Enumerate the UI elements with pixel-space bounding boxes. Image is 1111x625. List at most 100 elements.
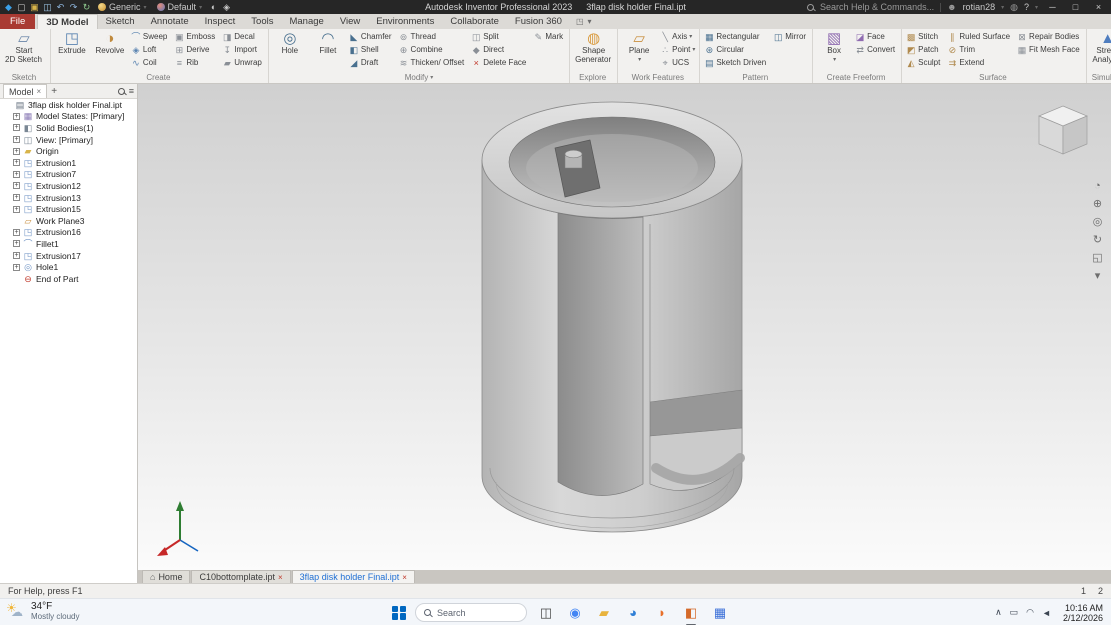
tree-expander[interactable]: + (13, 136, 20, 143)
tree-expander[interactable]: + (13, 194, 20, 201)
task-view-icon[interactable]: ◫ (536, 603, 556, 623)
start-button[interactable] (392, 606, 406, 620)
sculpt-button[interactable]: ◭Sculpt (905, 56, 943, 69)
start-2d-sketch-button[interactable]: ▱Start2D Sketch (3, 30, 45, 72)
browser-item-origin[interactable]: + ▰ Origin (10, 145, 137, 157)
firefox-icon[interactable]: ◗ (652, 603, 672, 623)
tree-expander[interactable]: + (13, 113, 20, 120)
browser-item-end-of-part[interactable]: ⊖ End of Part (10, 273, 137, 285)
browser-item-extrusion7[interactable]: + ◳ Extrusion7 (10, 169, 137, 181)
view-cube[interactable] (1031, 100, 1095, 162)
save-icon[interactable]: ◫ (41, 2, 54, 13)
tab-fusion-360[interactable]: Fusion 360 (507, 14, 570, 29)
tree-expander[interactable]: + (13, 229, 20, 236)
chrome-icon[interactable]: ◉ (565, 603, 585, 623)
browser-item-extrusion17[interactable]: + ◳ Extrusion17 (10, 250, 137, 262)
maximize-button[interactable]: □ (1067, 2, 1084, 12)
rectangular-pattern-button[interactable]: ▦Rectangular (703, 30, 769, 43)
pen-display-icon[interactable]: ▭ (1010, 607, 1019, 618)
panel-layout-icon[interactable]: ◳ (576, 17, 584, 26)
derive-button[interactable]: ⊞Derive (173, 43, 218, 56)
tree-expander[interactable] (13, 275, 20, 282)
browser-item-extrusion15[interactable]: + ◳ Extrusion15 (10, 203, 137, 215)
split-button[interactable]: ◫Split (470, 30, 529, 43)
tree-expander[interactable] (5, 101, 12, 108)
thicken-offset-button[interactable]: ≋Thicken/ Offset (398, 56, 468, 69)
shape-generator-button[interactable]: ◍ShapeGenerator (573, 30, 614, 72)
tree-expander[interactable]: + (13, 252, 20, 259)
file-explorer-icon[interactable]: ▰ (594, 603, 614, 623)
tree-expander[interactable]: + (13, 124, 20, 131)
tab-annotate[interactable]: Annotate (143, 14, 197, 29)
taskbar-search[interactable]: Search (415, 603, 527, 622)
revolve-button[interactable]: ◑Revolve (92, 30, 128, 72)
tree-expander[interactable]: + (13, 206, 20, 213)
wifi-icon[interactable]: ◠ (1026, 607, 1034, 618)
trim-button[interactable]: ⊘Trim (946, 43, 1013, 56)
hole-button[interactable]: ◎Hole (272, 30, 308, 72)
extrude-button[interactable]: ◳Extrude (54, 30, 90, 72)
browser-item-view[interactable]: + ◫ View: [Primary] (10, 134, 137, 146)
import-button[interactable]: ↧Import (221, 43, 265, 56)
appearance-select[interactable]: Default ▾ (152, 0, 208, 14)
doc-tab-c10bottomplate[interactable]: C10bottomplate.ipt × (191, 570, 290, 583)
new-file-icon[interactable]: ▢ (15, 2, 28, 13)
tree-expander[interactable]: + (13, 182, 20, 189)
cart-icon[interactable]: ◍ (1010, 2, 1018, 13)
unwrap-button[interactable]: ▰Unwrap (221, 56, 265, 69)
ribbon-group-label-modify[interactable]: Modify▾ (272, 72, 566, 83)
undo-icon[interactable]: ↶ (54, 2, 67, 13)
help-menu[interactable]: ? (1024, 2, 1029, 12)
tree-expander[interactable]: + (13, 240, 20, 247)
sketch-driven-button[interactable]: ▤Sketch Driven (703, 56, 769, 69)
tree-expander[interactable] (13, 217, 20, 224)
rib-button[interactable]: ≡Rib (173, 56, 218, 69)
browser-item-extrusion1[interactable]: + ◳ Extrusion1 (10, 157, 137, 169)
browser-item-solid-bodies[interactable]: + ◧ Solid Bodies(1) (10, 122, 137, 134)
tab-manage[interactable]: Manage (281, 14, 331, 29)
stitch-button[interactable]: ▩Stitch (905, 30, 943, 43)
look-at-icon[interactable]: ◱ (1090, 252, 1105, 264)
tab-environments[interactable]: Environments (368, 14, 442, 29)
close-icon[interactable]: × (37, 87, 42, 96)
point-button[interactable]: ∴Point▾ (659, 43, 696, 56)
office-icon[interactable]: ▦ (710, 603, 730, 623)
tray-expand-icon[interactable]: ∧ (995, 607, 1002, 618)
decal-button[interactable]: ◨Decal (221, 30, 265, 43)
tree-expander[interactable]: + (13, 159, 20, 166)
navbar-more-icon[interactable]: ▾ (1090, 270, 1105, 282)
update-icon[interactable]: ↻ (80, 2, 93, 13)
close-tab-icon[interactable]: × (402, 573, 407, 582)
mirror-button[interactable]: ◫Mirror (772, 30, 809, 43)
browser-item-extrusion12[interactable]: + ◳ Extrusion12 (10, 180, 137, 192)
mark-button[interactable]: ✎Mark (532, 30, 566, 43)
volume-icon[interactable]: ◄ (1042, 608, 1051, 618)
loft-button[interactable]: ◈Loft (130, 43, 170, 56)
model-viewport[interactable]: ◔⊕◎↻◱▾ (138, 84, 1111, 570)
browser-item-hole1[interactable]: + ◎ Hole1 (10, 261, 137, 273)
part-model-3flap-disk-holder[interactable] (138, 84, 1111, 570)
browser-item-fillet1[interactable]: + ⌒ Fillet1 (10, 238, 137, 250)
inventor-icon[interactable]: ◧ (681, 603, 701, 623)
weather-widget[interactable]: ☀☁ 34°F Mostly cloudy (6, 601, 79, 621)
tab-collaborate[interactable]: Collaborate (442, 14, 507, 29)
browser-item-model-states[interactable]: + ▦ Model States: [Primary] (10, 111, 137, 123)
open-file-icon[interactable]: ▣ (28, 2, 41, 13)
shell-button[interactable]: ◧Shell (348, 43, 395, 56)
freeform-face-button[interactable]: ◪Face (854, 30, 898, 43)
edge-icon[interactable]: ◕ (623, 603, 643, 623)
delete-face-button[interactable]: ×Delete Face (470, 56, 529, 69)
freeform-convert-button[interactable]: ⇄Convert (854, 43, 898, 56)
fit-mesh-face-button[interactable]: ▦Fit Mesh Face (1016, 43, 1083, 56)
tree-expander[interactable]: + (13, 264, 20, 271)
close-tab-icon[interactable]: × (278, 573, 283, 582)
circular-pattern-button[interactable]: ⊛Circular (703, 43, 769, 56)
redo-icon[interactable]: ↷ (67, 2, 80, 13)
help-search-input[interactable]: Search Help & Commands... (820, 2, 934, 12)
stress-analysis-button[interactable]: ▲StressAnalysis (1090, 30, 1111, 72)
coil-button[interactable]: ∿Coil (130, 56, 170, 69)
extend-button[interactable]: ⇉Extend (946, 56, 1013, 69)
tab-view[interactable]: View (332, 14, 368, 29)
browser-item-work-plane3[interactable]: ▱ Work Plane3 (10, 215, 137, 227)
tree-expander[interactable]: + (13, 171, 20, 178)
